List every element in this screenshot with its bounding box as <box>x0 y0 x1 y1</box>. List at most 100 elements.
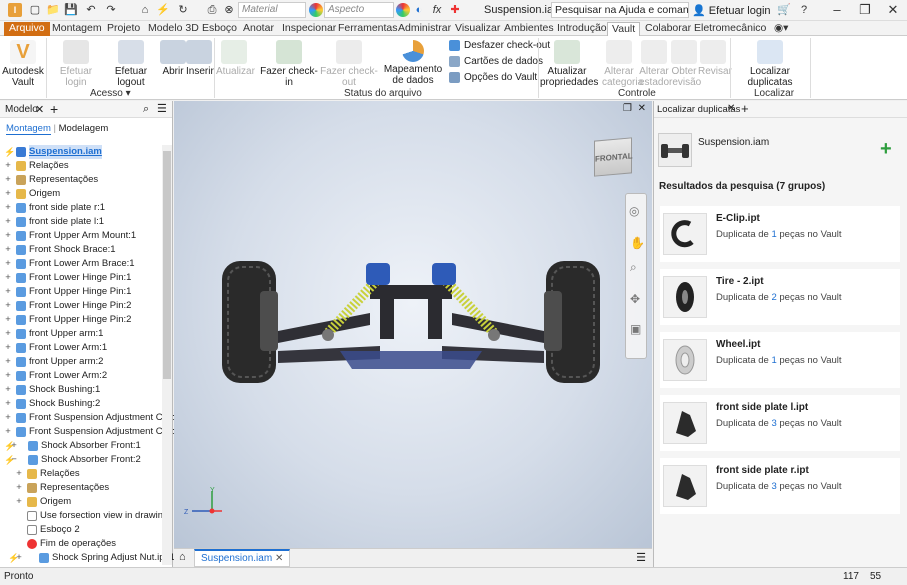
tab-anotar[interactable]: Anotar <box>239 22 278 36</box>
collapse-icon[interactable]: − <box>10 453 18 467</box>
acesso-group-label[interactable]: Acesso ▾ <box>90 88 131 99</box>
efetuar-logout-button[interactable]: Efetuar logout <box>103 40 159 88</box>
tab-introducao[interactable]: Introdução <box>553 22 611 36</box>
expand-icon[interactable]: + <box>4 397 12 411</box>
print-icon[interactable]: ⎙ <box>205 3 219 17</box>
add-tab-icon[interactable]: + <box>50 101 58 117</box>
tab-visualizar[interactable]: Visualizar <box>451 22 504 36</box>
browser-tab-modelagem[interactable]: Modelagem <box>59 123 109 134</box>
select-icon[interactable]: ⚡ <box>156 3 170 17</box>
help-search-input[interactable]: Pesquisar na Ajuda e comandos... <box>551 2 689 18</box>
orbit-icon[interactable]: ✥ <box>630 292 640 306</box>
result-card[interactable]: E-Clip.ipt Duplicata de 1 peças no Vault <box>660 206 900 262</box>
measure-icon[interactable]: ✚ <box>448 3 462 17</box>
result-card[interactable]: Tire - 2.ipt Duplicata de 2 peças no Vaul… <box>660 269 900 325</box>
3d-viewport[interactable]: ❐ ✕ FRONTAL ◎ ✋ ⌕ ✥ ▣ Y Z <box>174 101 652 548</box>
save-icon[interactable]: 💾 <box>64 3 78 17</box>
expand-icon[interactable]: + <box>15 495 23 509</box>
expand-icon[interactable]: + <box>4 355 12 369</box>
minimize-button[interactable]: – <box>823 0 851 21</box>
tab-inspecionar[interactable]: Inspecionar <box>278 22 340 36</box>
help-icon[interactable]: ? <box>797 3 811 17</box>
parameters-icon[interactable]: fx <box>430 3 444 17</box>
fazer-checkin-button[interactable]: Fazer check-in <box>259 40 319 88</box>
home-icon[interactable]: ⌂ <box>138 3 152 17</box>
cartoes-button[interactable]: Cartões de dados <box>449 56 543 67</box>
desfazer-checkout-button[interactable]: Desfazer check-out <box>449 40 550 51</box>
tab-ferramentas[interactable]: Ferramentas <box>334 22 402 36</box>
update-icon[interactable]: ↻ <box>176 3 190 17</box>
steering-wheel-icon[interactable]: ◎ <box>629 204 639 218</box>
close-button[interactable]: ✕ <box>879 0 907 21</box>
material-combo[interactable]: Material <box>238 2 306 18</box>
autodesk-vault-button[interactable]: V Autodesk Vault <box>2 40 44 88</box>
tab-ambientes[interactable]: Ambientes <box>500 22 558 36</box>
expand-icon[interactable]: + <box>4 243 12 257</box>
opcoes-vault-button[interactable]: Opções do Vault <box>449 72 537 83</box>
expand-icon[interactable]: + <box>4 341 12 355</box>
obter-revisao-button[interactable]: Obter revisão <box>669 40 701 88</box>
color-wheel-icon[interactable] <box>396 3 410 17</box>
efetuar-login-button[interactable]: Efetuar login <box>50 40 102 88</box>
pan-icon[interactable]: ✋ <box>630 236 645 250</box>
expand-icon[interactable]: + <box>4 299 12 313</box>
tab-vault[interactable]: Vault <box>607 22 641 36</box>
expand-icon[interactable]: + <box>15 551 23 565</box>
add-icon[interactable]: + <box>880 139 892 159</box>
tab-montagem[interactable]: Montagem <box>48 22 106 36</box>
expand-icon[interactable]: + <box>4 187 12 201</box>
cart-icon[interactable]: 🛒 <box>777 3 791 17</box>
close-view-icon[interactable]: ✕ <box>638 103 646 114</box>
fazer-checkout-button[interactable]: Fazer check-out <box>318 40 380 88</box>
browser-tab-montagem[interactable]: Montagem <box>6 123 51 135</box>
tab-administrar[interactable]: Administrar <box>394 22 455 36</box>
close-icon[interactable]: ✕ <box>35 103 44 116</box>
expand-icon[interactable]: + <box>4 215 12 229</box>
restore-button[interactable]: ❐ <box>851 0 879 21</box>
result-card[interactable]: Wheel.ipt Duplicata de 1 peças no Vault <box>660 332 900 388</box>
clear-appearance-icon[interactable]: ◐ <box>412 3 426 17</box>
open-folder-icon[interactable]: 📁 <box>46 3 60 17</box>
undo-icon[interactable]: ↶ <box>84 3 98 17</box>
close-doc-icon[interactable]: ⊗ <box>222 3 236 17</box>
revisar-button[interactable]: Revisar <box>698 40 732 77</box>
scrollbar-thumb[interactable] <box>163 151 171 379</box>
view-cube[interactable]: FRONTAL <box>594 137 633 177</box>
expand-icon[interactable]: + <box>4 173 12 187</box>
abrir-button[interactable]: Abrir <box>160 40 186 77</box>
expand-icon[interactable]: + <box>4 383 12 397</box>
expand-icon[interactable]: + <box>4 327 12 341</box>
expand-icon[interactable]: + <box>15 481 23 495</box>
tab-modelo-3d[interactable]: Modelo 3D <box>144 22 203 36</box>
suspension-model[interactable] <box>220 251 604 391</box>
expand-icon[interactable]: + <box>4 257 12 271</box>
expand-icon[interactable]: + <box>4 313 12 327</box>
result-card[interactable]: front side plate l.ipt Duplicata de 3 peç… <box>660 395 900 451</box>
localizar-duplicatas-button[interactable]: Localizar duplicatas <box>733 40 807 88</box>
tab-projeto[interactable]: Projeto <box>103 22 144 36</box>
inserir-button[interactable]: Inserir <box>186 40 214 77</box>
expand-icon[interactable]: + <box>4 159 12 173</box>
atualizar-propriedades-button[interactable]: Atualizar propriedades <box>540 40 598 88</box>
restore-view-icon[interactable]: ❐ <box>623 103 632 114</box>
expand-icon[interactable]: + <box>10 439 18 453</box>
atualizar-button[interactable]: Atualizar <box>216 40 255 77</box>
tab-esboco[interactable]: Esboço <box>198 22 241 36</box>
expand-icon[interactable]: + <box>4 229 12 243</box>
home-icon[interactable]: ⌂ <box>179 551 186 563</box>
expand-icon[interactable]: + <box>4 411 12 425</box>
tab-eletromecanico[interactable]: Eletromecânico <box>690 22 770 36</box>
expand-icon[interactable]: + <box>4 285 12 299</box>
tab-colaborar[interactable]: Colaborar <box>641 22 695 36</box>
menu-icon[interactable]: ☰ <box>157 102 167 115</box>
tab-arquivo[interactable]: Arquivo <box>4 22 50 36</box>
browser-scrollbar[interactable] <box>162 145 172 565</box>
expand-icon[interactable]: + <box>4 201 12 215</box>
zoom-icon[interactable]: ⌕ <box>630 260 637 275</box>
menu-icon[interactable]: ☰ <box>636 551 646 564</box>
redo-icon[interactable]: ↷ <box>104 3 118 17</box>
expand-icon[interactable]: + <box>15 467 23 481</box>
result-card[interactable]: front side plate r.ipt Duplicata de 3 peç… <box>660 458 900 514</box>
expand-icon[interactable]: + <box>4 271 12 285</box>
new-file-icon[interactable]: ▢ <box>28 3 42 17</box>
